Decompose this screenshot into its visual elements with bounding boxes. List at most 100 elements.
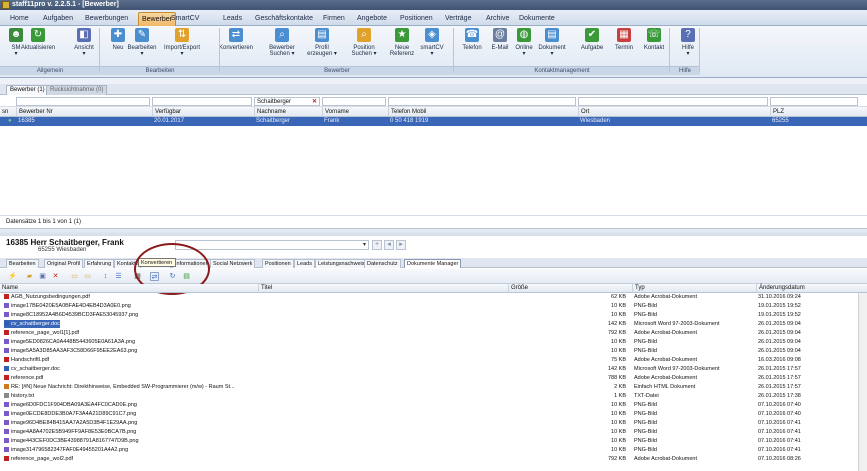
- ribbon-button-8[interactable]: ▤ Profil erzeugen ▾: [304, 28, 340, 57]
- file-row[interactable]: cv_schaitberger.doc 142 KB Microsoft Word …: [0, 320, 867, 328]
- ribbon-button-1[interactable]: ↻ Aktualisieren: [20, 28, 56, 51]
- filter-ort-input[interactable]: [578, 97, 768, 106]
- file-cell-name: RE: [#N] Neue Nachricht: Direkthinweise,…: [4, 383, 235, 391]
- png-file-icon: [4, 429, 9, 435]
- filter-plz-input[interactable]: [770, 97, 858, 106]
- new-folder-icon[interactable]: ▭: [70, 272, 79, 281]
- menu-tab-dokumente[interactable]: Dokumente: [516, 12, 558, 26]
- ribbon-button-9[interactable]: ⌕ Position Suchen ▾: [346, 28, 382, 57]
- clear-filter-icon[interactable]: ✕: [312, 98, 317, 106]
- file-row[interactable]: history.txt 1 KB TXT-Datei 26.01.2015 17:38: [0, 392, 867, 400]
- file-row[interactable]: image5ED0826CA0A448B5443605E0A61A3A.png 1…: [0, 338, 867, 346]
- file-row[interactable]: AGB_Nutzungsbedingungen.pdf 62 KB Adobe Ac…: [0, 293, 867, 301]
- file-row[interactable]: image96D4BE84B415AA7A2A5D3B4F1E29AA.png 1…: [0, 419, 867, 427]
- save-icon[interactable]: ▣: [38, 272, 47, 281]
- ribbon-button-18[interactable]: ☏ Kontakt: [636, 28, 672, 51]
- detail-tab-positionen[interactable]: Positionen: [262, 259, 294, 268]
- menu-tab-leads[interactable]: Leads: [220, 12, 245, 26]
- nav-back-icon[interactable]: ◂: [384, 240, 394, 250]
- ribbon-button-19[interactable]: ? Hilfe ▾: [670, 28, 706, 57]
- ribbon-button-label: Bearbeiten ▾: [127, 45, 157, 57]
- filter-vorname-input[interactable]: [322, 97, 386, 106]
- file-cell-name: image96D4BE84B415AA7A2A5D3B4F1E29AA.png: [4, 419, 137, 427]
- col-file-name[interactable]: Name: [0, 284, 258, 293]
- col-file-type[interactable]: Typ: [632, 284, 756, 293]
- file-row[interactable]: image17BE0420E5A0BFAE4D4EB4D3A0E0.png 10 …: [0, 302, 867, 310]
- file-row[interactable]: cv_schaitberger.doc 142 KB Microsoft Word …: [0, 365, 867, 373]
- file-row[interactable]: RE: [#N] Neue Nachricht: Direkthinweise,…: [0, 383, 867, 391]
- filter-nachname-input[interactable]: Schaitberger ✕: [254, 97, 320, 106]
- file-row[interactable]: Handschriftl.pdf 75 KB Adobe Acrobat-Dokum…: [0, 356, 867, 364]
- menu-tab-positionen[interactable]: Positionen: [397, 12, 436, 26]
- col-telefon[interactable]: Telefon Mobil: [388, 107, 578, 117]
- col-nachname[interactable]: Nachname: [254, 107, 322, 117]
- tab-bewerber-list[interactable]: Bewerber (1): [6, 85, 49, 95]
- ribbon-button-5[interactable]: ⇅ Import/Export ▾: [164, 28, 200, 57]
- file-row[interactable]: image8C18952A4B6D4539BCD3FAE53045937.png…: [0, 311, 867, 319]
- ribbon-button-11[interactable]: ◈ smartCV ▾: [414, 28, 450, 57]
- file-row[interactable]: reference_page_wol2.pdf 792 KB Adobe Acrob…: [0, 455, 867, 463]
- tab-rucksichtnahme[interactable]: Rucksichtnahme (0): [46, 85, 108, 95]
- detail-tab-social-netzwerk[interactable]: Social Netzwerk: [210, 259, 256, 268]
- file-row[interactable]: reference.pdf 788 KB Adobe Acrobat-Dokumen…: [0, 374, 867, 382]
- detail-tab-leads[interactable]: Leads: [294, 259, 315, 268]
- ribbon-button-2[interactable]: ◧ Ansicht ▾: [66, 28, 102, 57]
- menu-tab-angebote[interactable]: Angebote: [354, 12, 390, 26]
- ribbon-button-7[interactable]: ⌕ Bewerber Suchen ▾: [264, 28, 300, 57]
- col-plz[interactable]: PLZ: [770, 107, 867, 117]
- filter-nr-input[interactable]: [16, 97, 150, 106]
- menu-tab-bewerbungen[interactable]: Bewerbungen: [82, 12, 131, 26]
- col-file-date[interactable]: Änderungsdatum: [756, 284, 867, 293]
- file-cell-name: cv_schaitberger.doc: [4, 320, 60, 328]
- file-row[interactable]: image0ECDE8DDE3B0A7F3A4A21D89C91C7.png 10…: [0, 410, 867, 418]
- table-row-selected[interactable]: ● 16385 20.01.2017 Schaitberger Frank 0 …: [0, 117, 867, 126]
- detail-tab-dokumente-manager[interactable]: Dokumente Manager: [404, 259, 462, 268]
- nav-add-icon[interactable]: +: [372, 240, 382, 250]
- menu-tab-home[interactable]: Home: [7, 12, 32, 26]
- menu-tab-aufgaben[interactable]: Aufgaben: [40, 12, 76, 26]
- file-cell-date: 07.10.2016 07:40: [758, 401, 858, 409]
- file-row[interactable]: image4A8A4702E5B949FF9AF8E53E0BCA7B.png 1…: [0, 428, 867, 436]
- sort-icon[interactable]: ↕: [101, 272, 110, 281]
- delete-icon[interactable]: ✕: [51, 272, 60, 281]
- list-view-icon[interactable]: ☰: [114, 272, 123, 281]
- detail-tab-leistungsnachweis[interactable]: Leistungsnachweis: [315, 259, 368, 268]
- file-row[interactable]: reference_page_wol1[1].pdf 792 KB Adobe Ac…: [0, 329, 867, 337]
- detail-search-combo[interactable]: ▾: [175, 240, 369, 250]
- detail-tab-bearbeiten[interactable]: Bearbeiten: [6, 259, 39, 268]
- vertical-scrollbar[interactable]: [858, 293, 867, 471]
- filter-verfuegbar-input[interactable]: [152, 97, 252, 106]
- ribbon-button-4[interactable]: ✎ Bearbeiten ▾: [124, 28, 160, 57]
- panel-splitter[interactable]: [0, 229, 867, 236]
- col-ort[interactable]: Ort: [578, 107, 770, 117]
- file-cell-date: 19.01.2015 19:52: [758, 302, 858, 310]
- menu-tab-vertr-ge[interactable]: Verträge: [442, 12, 474, 26]
- lightning-icon[interactable]: ⚡: [8, 272, 17, 281]
- file-row[interactable]: image443CEF0DC3BE43988791A8167747D9B.png…: [0, 437, 867, 445]
- detail-tab-datenschutz[interactable]: Datenschutz: [364, 259, 401, 268]
- col-file-size[interactable]: Größe: [508, 284, 632, 293]
- col-file-title[interactable]: Titel: [258, 284, 508, 293]
- filter-telefon-input[interactable]: [388, 97, 576, 106]
- menu-tab-firmen[interactable]: Firmen: [320, 12, 348, 26]
- file-name-text: cv_schaitberger.doc: [11, 366, 60, 372]
- menu-tab-gesch-ftskontakte[interactable]: Geschäftskontakte: [252, 12, 316, 26]
- file-size-text: 142 KB: [607, 321, 626, 327]
- folder-icon[interactable]: ▭: [83, 272, 92, 281]
- col-vorname[interactable]: Vorname: [322, 107, 388, 117]
- open-folder-icon[interactable]: ▰: [25, 272, 34, 281]
- menu-tab-archive[interactable]: Archive: [483, 12, 512, 26]
- file-cell-type: PNG-Bild: [634, 401, 754, 409]
- ribbon-button-15[interactable]: ▤ Dokument ▾: [534, 28, 570, 57]
- detail-tab-erfahrung[interactable]: Erfahrung: [84, 259, 115, 268]
- file-row[interactable]: image6D0FDC1F904DBA09A3EA4FC0CAD0E.png 10…: [0, 401, 867, 409]
- nav-forward-icon[interactable]: ▸: [396, 240, 406, 250]
- col-bewerber-nr[interactable]: Bewerber Nr: [16, 107, 152, 117]
- file-row[interactable]: image5A5A3D85AA3AF3C58D66F95EE2EA63.png 1…: [0, 347, 867, 355]
- ribbon-button-16[interactable]: ✔ Aufgabe: [574, 28, 610, 51]
- ribbon-button-6[interactable]: ⇄ Konvertieren: [218, 28, 254, 51]
- menu-tab-smartcv[interactable]: SmartCV: [168, 12, 202, 26]
- col-verfuegbar[interactable]: Verfügbar: [152, 107, 254, 117]
- file-row[interactable]: image314796582347FAF0E49455201A4A2.png 10…: [0, 446, 867, 454]
- detail-tab-original-profil[interactable]: Original Profil: [44, 259, 84, 268]
